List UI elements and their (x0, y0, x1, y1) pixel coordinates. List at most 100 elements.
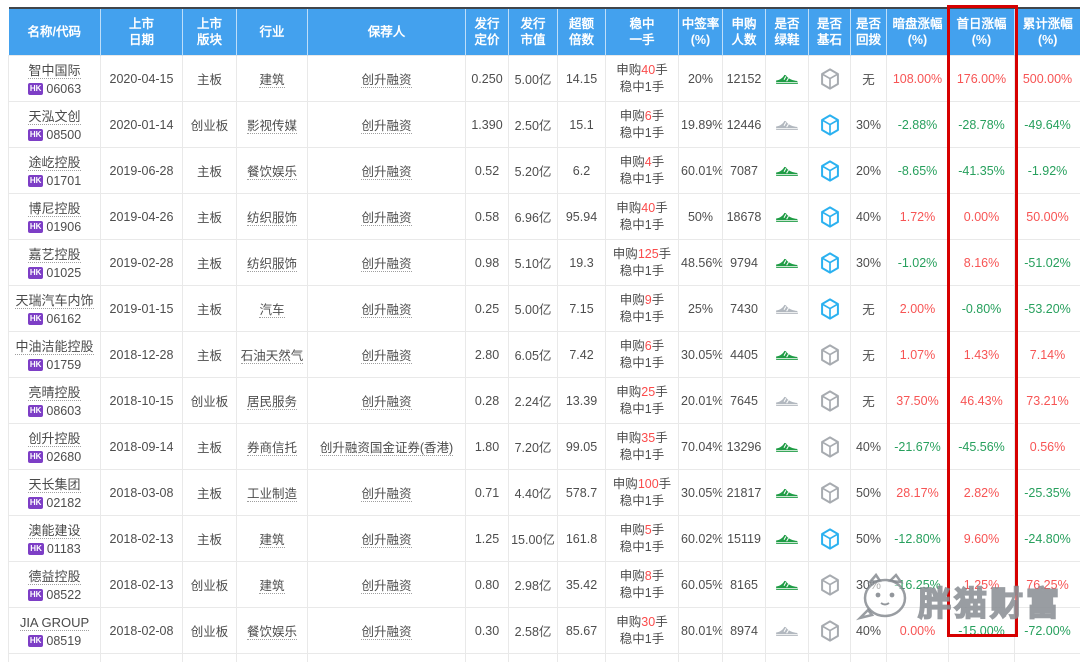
first-day-pct: 8.16% (964, 256, 999, 270)
cumulative-pct: -25.35% (1024, 486, 1071, 500)
stock-name-cell: 亮晴控股 HK 08603 (9, 378, 101, 424)
industry-link[interactable]: 建筑 (259, 579, 284, 594)
board-cell: 主板 (183, 286, 237, 332)
win-rate-cell: 60.01% (679, 148, 723, 194)
industry-link[interactable]: 居民服务 (247, 395, 297, 410)
industry-link[interactable]: 建筑 (259, 533, 284, 548)
sponsor-link[interactable]: 创升融资 (361, 487, 411, 502)
clawback-cell: 40% (851, 608, 887, 654)
subscribe-prefix: 申购 (620, 569, 645, 583)
sponsor-link[interactable]: 创升融资 (361, 257, 411, 272)
sponsor-link[interactable]: 创升融资 (361, 211, 411, 226)
table-header: 名称/代码上市日期上市版块行业保荐人发行定价发行市值超额倍数稳中一手中签率(%)… (9, 8, 1080, 56)
stock-name-link[interactable]: 天长集团 (28, 477, 80, 493)
stock-name-link[interactable]: 嘉艺控股 (28, 247, 80, 263)
sponsor-link[interactable]: 创升融资 (361, 119, 411, 134)
subscribe-lot-count: 125 (638, 247, 659, 261)
win-rate: 70.04% (681, 440, 723, 454)
applicants: 4405 (730, 348, 758, 362)
industry-link[interactable]: 餐饮娱乐 (247, 165, 297, 180)
list-date-cell: 2018-02-08 (101, 608, 183, 654)
issue-price: 0.250 (471, 72, 502, 86)
col-header-first_day_pct-line: (%) (949, 32, 1014, 48)
industry-link[interactable]: 建筑 (259, 73, 284, 88)
header-row: 名称/代码上市日期上市版块行业保荐人发行定价发行市值超额倍数稳中一手中签率(%)… (9, 8, 1080, 56)
stock-name-link[interactable]: 澳能建设 (28, 523, 80, 539)
stock-name-link[interactable]: 智中国际 (28, 63, 80, 79)
subscribe-prefix: 申购 (613, 477, 638, 491)
industry-link[interactable]: 纺织服饰 (247, 211, 297, 226)
cumulative-pct-cell: 7.14% (1015, 332, 1080, 378)
col-header-cornerstone-line: 基石 (809, 32, 850, 48)
stock-name-link[interactable]: 天瑞汽车内饰 (15, 293, 93, 309)
cornerstone-no-icon (820, 347, 840, 361)
market-cap-cell: 2.50亿 (509, 102, 558, 148)
industry-link[interactable]: 餐饮娱乐 (247, 625, 297, 640)
board: 主板 (197, 73, 222, 87)
market-cap-cell: 5.20亿 (509, 148, 558, 194)
industry-link[interactable]: 券商信托 (247, 441, 297, 456)
sponsor-cell: 创升融资 (308, 102, 466, 148)
sponsor-link[interactable]: 创升融资 (361, 349, 411, 364)
grey-market-pct-cell: -21.67% (887, 424, 949, 470)
sponsor-link[interactable]: 创升融资 (361, 625, 411, 640)
sponsor-cell: 创升融资 (308, 332, 466, 378)
industry-link[interactable]: 石油天然气 (241, 349, 304, 364)
win-rate-cell: 30.05% (679, 470, 723, 516)
sponsor-link[interactable]: 创升融资 (361, 533, 411, 548)
stock-name-link[interactable]: 博尼控股 (28, 201, 80, 217)
cumulative-pct: -24.80% (1024, 532, 1071, 546)
stock-name-link[interactable]: 中油洁能控股 (15, 339, 93, 355)
stable-lot-line: 稳中1手 (608, 493, 676, 510)
list-date-cell: 2019-02-28 (101, 240, 183, 286)
industry-link[interactable]: 工业制造 (247, 487, 297, 502)
market-cap: 4.40亿 (515, 487, 552, 501)
sponsor-cell: 创升融资国金证券(香港) (308, 424, 466, 470)
stock-name-link[interactable]: 德益控股 (28, 569, 80, 585)
industry-link[interactable]: 汽车 (259, 303, 284, 318)
green-shoe-cell (766, 378, 809, 424)
sponsor-link[interactable]: 创升融资 (361, 303, 411, 318)
subscribe-lot-count: 8 (645, 569, 652, 583)
green-shoe-cell (766, 56, 809, 102)
applicants-cell: 21817 (723, 470, 766, 516)
cornerstone-cell (809, 332, 851, 378)
sponsor-link[interactable]: 创升融资 (361, 395, 411, 410)
first-day-pct-cell: 0.00% (949, 194, 1015, 240)
list-date: 2018-10-15 (110, 394, 174, 408)
sponsor-link[interactable]: 创升融资 (361, 165, 411, 180)
industry-link[interactable]: 纺织服饰 (247, 257, 297, 272)
stock-name-cell: 途屹控股 HK 01701 (9, 148, 101, 194)
applicants: 12152 (727, 72, 762, 86)
board-cell: 创业板 (183, 102, 237, 148)
stock-name-cell: 澳能建设 HK 01183 (9, 516, 101, 562)
board: 主板 (197, 441, 222, 455)
industry-link[interactable]: 影视传媒 (247, 119, 297, 134)
applicants: 8165 (730, 578, 758, 592)
stock-name-link[interactable]: 途屹控股 (28, 155, 80, 171)
market-cap-cell: 2.58亿 (509, 608, 558, 654)
sponsor-link[interactable]: 创升融资国金证券(香港) (320, 441, 453, 456)
stock-name-link[interactable]: JIA GROUP (20, 615, 89, 631)
stock-name-link[interactable]: 天泓文创 (28, 109, 80, 125)
board-cell: 创业板 (183, 378, 237, 424)
oversub-multiple: 85.67 (566, 624, 597, 638)
issue-price: 0.25 (475, 302, 499, 316)
board: 主板 (197, 257, 222, 271)
market-cap: 7.20亿 (515, 441, 552, 455)
grey-market-pct: 28.17% (896, 486, 938, 500)
stock-name-link[interactable]: 亮晴控股 (28, 385, 80, 401)
applicants-cell: 4405 (723, 332, 766, 378)
industry-cell: 餐饮娱乐 (237, 608, 308, 654)
first-day-pct: -28.78% (958, 118, 1005, 132)
stock-name-link[interactable]: 创升控股 (28, 431, 80, 447)
col-header-green_shoe: 是否绿鞋 (766, 8, 809, 56)
grey-market-pct-cell: 1.07% (887, 332, 949, 378)
cumulative-pct: -1.92% (1028, 164, 1068, 178)
hk-market-badge: HK (28, 451, 44, 463)
sponsor-link[interactable]: 创升融资 (361, 579, 411, 594)
sponsor-link[interactable]: 创升融资 (361, 73, 411, 88)
subscribe-suffix: 手 (652, 155, 665, 169)
hk-market-badge: HK (28, 359, 44, 371)
hk-market-badge: HK (28, 313, 44, 325)
